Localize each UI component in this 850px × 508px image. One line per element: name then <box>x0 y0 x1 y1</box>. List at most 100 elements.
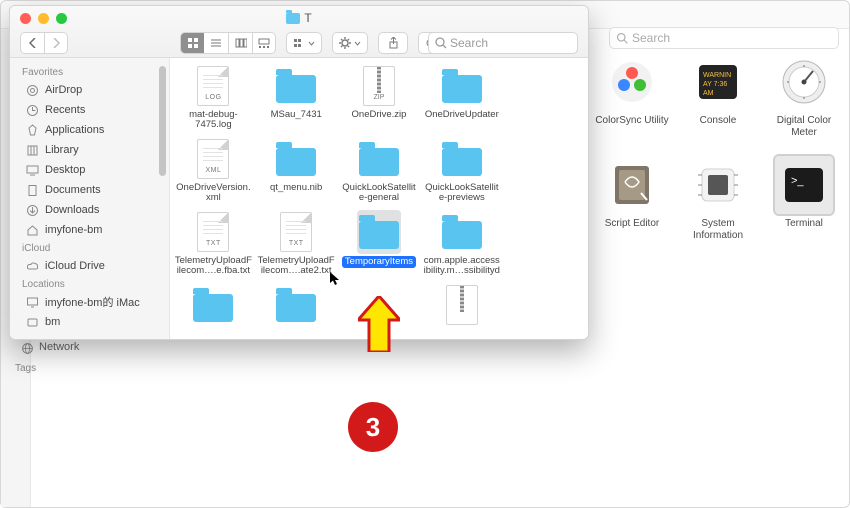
document-icon: LOG <box>197 66 229 106</box>
chevron-down-icon <box>354 41 361 46</box>
view-segment <box>180 32 276 54</box>
sidebar-label: Recents <box>45 104 85 116</box>
sidebar-label: bm <box>45 316 60 328</box>
file-name: TelemetryUploadFilecom….e.fba.txt <box>174 256 252 277</box>
file-name: mat-debug-7475.log <box>174 110 252 131</box>
desktop-icon <box>26 164 39 177</box>
file-name: OneDriveUpdater <box>425 110 499 120</box>
file-item[interactable] <box>423 283 501 339</box>
app-label: System Information <box>677 218 759 241</box>
folder-icon <box>276 148 316 176</box>
file-item[interactable]: qt_menu.nib <box>257 137 335 204</box>
disk-icon <box>26 316 39 329</box>
front-titlebar: T Search <box>10 6 588 58</box>
home-icon <box>26 224 39 237</box>
file-item[interactable]: OneDriveUpdater <box>423 64 501 131</box>
column-view-button[interactable] <box>228 32 252 54</box>
app-label: Digital Color Meter <box>763 115 845 138</box>
sidebar-label: Desktop <box>45 164 85 176</box>
app-sysinfo[interactable]: System Information <box>677 156 759 241</box>
search-icon <box>435 37 447 49</box>
app-scripteditor[interactable]: Script Editor <box>591 156 673 241</box>
app-label: Script Editor <box>605 218 659 230</box>
file-item[interactable]: TXTTelemetryUploadFilecom….ate2.txt <box>257 210 335 277</box>
utilities-grid: ColorSync Utility WARNINAY 7:36AM Consol… <box>591 53 839 241</box>
zip-icon <box>446 285 478 325</box>
file-name: QuickLookSatellite-previews <box>423 183 501 204</box>
columns-icon <box>235 38 247 48</box>
chevron-right-icon <box>52 38 60 48</box>
sidebar-item-airdrop[interactable]: AirDrop <box>10 80 169 100</box>
file-name: QuickLookSatellite-general <box>340 183 418 204</box>
groupby-icon <box>293 38 305 48</box>
gallery-icon <box>258 38 270 48</box>
file-item[interactable]: LOG mat-debug-7475.log <box>174 64 252 131</box>
badge-number: 3 <box>366 412 380 443</box>
file-item[interactable] <box>174 283 252 339</box>
favorites-header: Favorites <box>10 64 169 80</box>
back-button[interactable] <box>20 32 44 54</box>
document-icon: XML <box>197 139 229 179</box>
file-item[interactable]: QuickLookSatellite-general <box>340 137 418 204</box>
icloud-header: iCloud <box>10 240 169 256</box>
annotation-arrow <box>358 296 400 352</box>
imac-icon <box>26 296 39 309</box>
network-label[interactable]: Network <box>39 341 79 353</box>
sidebar-item-applications[interactable]: Applications <box>10 120 169 140</box>
file-item[interactable]: XMLOneDriveVersion.xml <box>174 137 252 204</box>
folder-icon <box>442 75 482 103</box>
front-window-title: T <box>10 11 588 25</box>
app-terminal[interactable]: >_ Terminal <box>763 156 845 241</box>
folder-icon <box>193 294 233 322</box>
apps-icon <box>26 124 39 137</box>
file-item[interactable]: TemporaryItems <box>340 210 418 277</box>
app-label: ColorSync Utility <box>595 115 668 127</box>
sidebar-label: imyfone-bm <box>45 224 102 236</box>
file-item[interactable]: QuickLookSatellite-previews <box>423 137 501 204</box>
recents-icon <box>26 104 39 117</box>
action-button[interactable] <box>332 32 368 54</box>
file-item[interactable]: TXTTelemetryUploadFilecom….e.fba.txt <box>174 210 252 277</box>
file-name: MSau_7431 <box>271 110 322 120</box>
group-by-button[interactable] <box>286 32 322 54</box>
app-dcm[interactable]: Digital Color Meter <box>763 53 845 138</box>
svg-text:AY 7:36: AY 7:36 <box>703 81 727 88</box>
sidebar-item-downloads[interactable]: Downloads <box>10 200 169 220</box>
sidebar-item-library[interactable]: Library <box>10 140 169 160</box>
file-item[interactable]: com.apple.accessibility.m…ssibilityd <box>423 210 501 277</box>
share-button[interactable] <box>378 32 408 54</box>
file-name: TelemetryUploadFilecom….ate2.txt <box>257 256 335 277</box>
file-item[interactable]: ZIP OneDrive.zip <box>340 64 418 131</box>
app-console[interactable]: WARNINAY 7:36AM Console <box>677 53 759 138</box>
sidebar-item-desktop[interactable]: Desktop <box>10 160 169 180</box>
front-search-field[interactable]: Search <box>428 32 578 54</box>
sidebar-item-documents[interactable]: Documents <box>10 180 169 200</box>
app-colorsync[interactable]: ColorSync Utility <box>591 53 673 138</box>
sidebar-item-home[interactable]: imyfone-bm <box>10 220 169 240</box>
sidebar-item-bm[interactable]: bm <box>10 312 169 332</box>
sidebar-item-imac[interactable]: imyfone-bm的 iMac <box>10 292 169 312</box>
chevron-down-icon <box>308 41 315 46</box>
gallery-view-button[interactable] <box>252 32 276 54</box>
svg-text:WARNIN: WARNIN <box>703 72 731 79</box>
share-icon <box>388 37 399 49</box>
sidebar-label: imyfone-bm的 iMac <box>45 294 140 310</box>
sidebar-scrollbar[interactable] <box>159 66 166 176</box>
sidebar-item-recents[interactable]: Recents <box>10 100 169 120</box>
file-name: com.apple.accessibility.m…ssibilityd <box>423 256 501 277</box>
front-search-placeholder: Search <box>450 36 488 50</box>
folder-icon <box>359 148 399 176</box>
app-label: Terminal <box>785 218 823 230</box>
zip-icon: ZIP <box>363 66 395 106</box>
file-name: OneDrive.zip <box>352 110 407 120</box>
front-title-text: T <box>304 11 311 25</box>
list-view-button[interactable] <box>204 32 228 54</box>
forward-button[interactable] <box>44 32 68 54</box>
icon-view-button[interactable] <box>180 32 204 54</box>
list-icon <box>210 38 222 48</box>
folder-icon <box>276 294 316 322</box>
front-sidebar: Favorites AirDrop Recents Applications L… <box>10 58 170 339</box>
file-item[interactable] <box>257 283 335 339</box>
file-item[interactable]: MSau_7431 <box>257 64 335 131</box>
sidebar-item-icloud-drive[interactable]: iCloud Drive <box>10 256 169 276</box>
